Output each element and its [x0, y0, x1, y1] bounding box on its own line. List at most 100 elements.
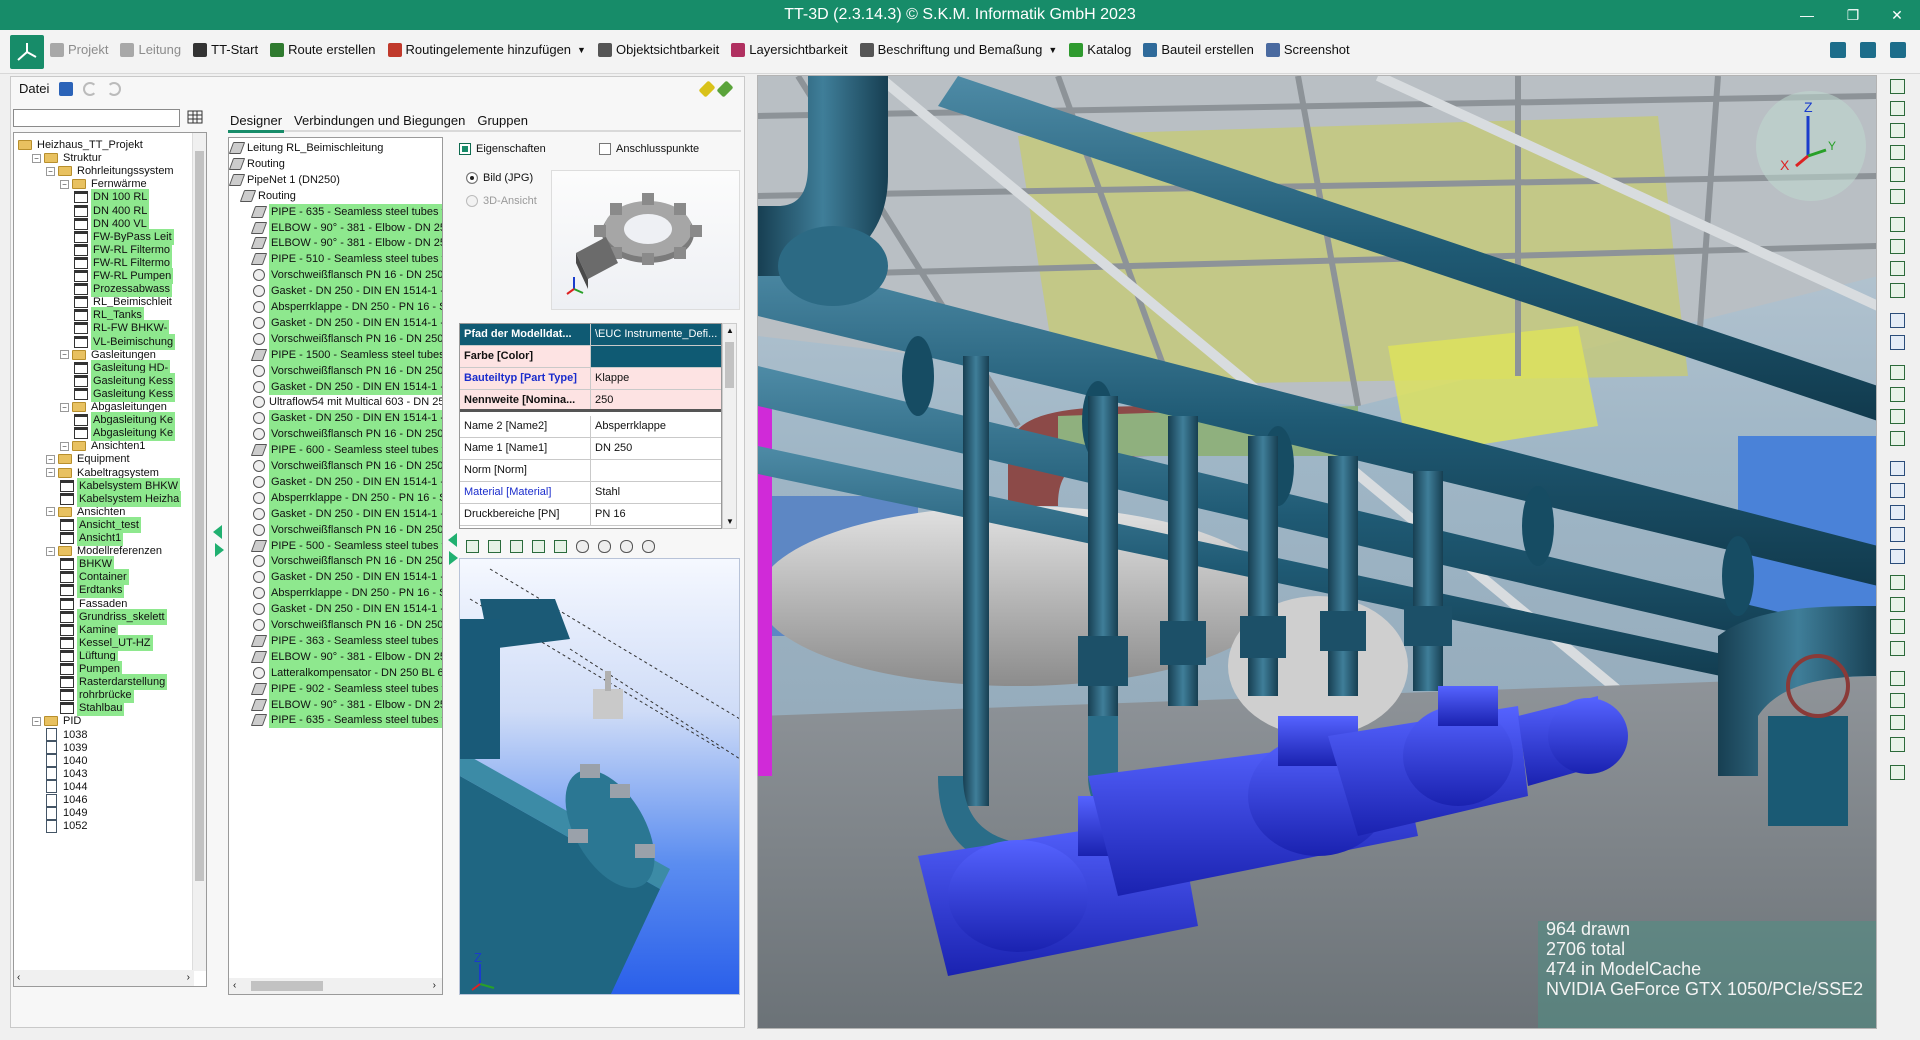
measure-icon-3[interactable] [1890, 505, 1905, 520]
toolbar-projekt-button[interactable]: Projekt [50, 42, 108, 57]
toolbar-katalog-button[interactable]: Katalog [1069, 42, 1131, 57]
edit-check-icon[interactable] [716, 80, 734, 98]
component-row[interactable]: ELBOW - 90° - 381 - Elbow - DN 250 - [250, 235, 442, 252]
component-row[interactable]: PIPE - 500 - Seamless steel tubes for p [250, 537, 442, 554]
view-3d-radio[interactable]: 3D-Ansicht [466, 195, 537, 207]
view-back-icon[interactable] [1890, 145, 1905, 160]
toolbar-objektsichtbarkeit-button[interactable]: Objektsichtbarkeit [597, 42, 719, 57]
property-row[interactable]: Name 2 [Name2] Absperrklappe [460, 416, 721, 438]
section-icon-4[interactable] [1890, 737, 1905, 752]
component-row[interactable]: Routing [239, 188, 296, 204]
view-iso-icon-1[interactable] [576, 540, 589, 553]
section-icon-2[interactable] [1890, 693, 1905, 708]
tool-icon-4[interactable] [1890, 641, 1905, 656]
view-iso-icon-2[interactable] [598, 540, 611, 553]
component-row[interactable]: Leitung RL_Beimischleitung [229, 140, 383, 156]
view-cube-icon-5[interactable] [554, 540, 567, 553]
toolbar-tt-start-button[interactable]: TT-Start [193, 42, 258, 57]
component-row[interactable]: Gasket - DN 250 - DIN EN 1514-1 - PN [253, 378, 442, 395]
section-icon-3[interactable] [1890, 715, 1905, 730]
file-menu[interactable]: Datei [19, 81, 49, 96]
property-row[interactable]: Farbe [Color] [460, 346, 721, 368]
view-iso-icon-4[interactable] [642, 540, 655, 553]
toolbar-beschriftung-und-bemaßung-button[interactable]: Beschriftung und Bemaßung ▼ [859, 42, 1057, 57]
zoom-extents-icon[interactable] [1890, 335, 1905, 350]
component-row[interactable]: Gasket - DN 250 - DIN EN 1514-1 - PN [253, 314, 442, 331]
tree-search-input[interactable] [13, 109, 180, 127]
component-row[interactable]: PIPE - 510 - Seamless steel tubes for p [250, 251, 442, 268]
expander-icon[interactable]: − [60, 441, 69, 451]
property-row[interactable]: Norm [Norm] [460, 460, 721, 482]
iso-view-icon-4[interactable] [1890, 283, 1905, 298]
component-row[interactable]: ELBOW - 90° - 381 - Elbow - DN 250 - [250, 219, 442, 236]
minimize-button[interactable]: — [1784, 0, 1830, 30]
view-cube-icon-2[interactable] [488, 540, 501, 553]
component-row[interactable]: Vorschweißflansch PN 16 - DN 250 - D [253, 617, 442, 633]
tree-vertical-scrollbar[interactable] [192, 133, 206, 971]
tree-horizontal-scrollbar[interactable]: ‹ › [14, 970, 194, 986]
axis-icon[interactable] [1890, 42, 1906, 58]
component-list[interactable]: PIPE - 635 - Seamless steel tubes for p E… [228, 137, 443, 995]
anschlusspunkte-checkbox[interactable]: Anschlusspunkte [599, 143, 699, 155]
toolbar-layersichtbarkeit-button[interactable]: Layersichtbarkeit [731, 42, 848, 57]
component-horizontal-scrollbar[interactable]: ‹ › [229, 978, 442, 994]
expander-icon[interactable]: − [46, 546, 55, 556]
expander-icon[interactable]: − [46, 454, 55, 464]
measure-icon-2[interactable] [1890, 483, 1905, 498]
tool-icon-1[interactable] [1890, 575, 1905, 590]
measure-icon-4[interactable] [1890, 527, 1905, 542]
layer-icon-1[interactable] [1890, 365, 1905, 380]
view-top-icon[interactable] [1890, 79, 1905, 94]
measure-icon-1[interactable] [1890, 461, 1905, 476]
section-icon-1[interactable] [1890, 671, 1905, 686]
component-row[interactable]: Gasket - DN 250 - DIN EN 1514-1 - PN [253, 505, 442, 522]
part-3d-preview[interactable]: Z [459, 558, 740, 995]
component-row[interactable]: Absperrklappe - DN 250 - PN 16 - Stah [253, 489, 442, 506]
property-value[interactable] [591, 346, 721, 367]
property-value[interactable]: DN 250 [591, 438, 721, 459]
property-row[interactable]: Pfad der Modelldat... \EUC Instrumente_De… [460, 324, 721, 346]
property-value[interactable] [591, 460, 721, 481]
toolbar-routingelemente-hinzufügen-button[interactable]: Routingelemente hinzufügen ▼ [387, 42, 586, 57]
measure-icon-5[interactable] [1890, 549, 1905, 564]
component-row[interactable]: PIPE - 902 - Seamless steel tubes for p [250, 680, 442, 697]
expander-icon[interactable]: − [46, 507, 55, 517]
layer-icon-3[interactable] [1890, 409, 1905, 424]
property-scrollbar[interactable]: ▲ ▼ [722, 323, 737, 529]
property-row[interactable]: Material [Material] Stahl [460, 482, 721, 504]
collapse-arrow-icon[interactable] [213, 525, 222, 539]
component-row[interactable]: Vorschweißflansch PN 16 - DN 250 - D [253, 553, 442, 570]
property-value[interactable]: 250 [591, 390, 721, 409]
app-menu-button[interactable] [10, 35, 44, 69]
component-row[interactable]: Gasket - DN 250 - DIN EN 1514-1 - PN [253, 473, 442, 490]
zoom-in-icon[interactable] [1890, 313, 1905, 328]
view-cube-icon-4[interactable] [532, 540, 545, 553]
view-left-icon[interactable] [1890, 167, 1905, 182]
component-row[interactable]: Vorschweißflansch PN 16 - DN 250 - D [253, 521, 442, 538]
toolbar-leitung-button[interactable]: Leitung [120, 42, 181, 57]
restore-button[interactable]: ❐ [1830, 0, 1876, 30]
component-row[interactable]: Vorschweißflansch PN 16 - DN 250 - D [253, 426, 442, 443]
property-value[interactable]: \EUC Instrumente_Defi... [591, 324, 721, 345]
tab-designer[interactable]: Designer [230, 113, 282, 128]
component-row[interactable]: Vorschweißflansch PN 16 - DN 250 - D [253, 267, 442, 284]
iso-view-icon-3[interactable] [1890, 261, 1905, 276]
expander-icon[interactable]: − [60, 350, 69, 360]
property-value[interactable]: Klappe [591, 368, 721, 389]
toolbar-screenshot-button[interactable]: Screenshot [1265, 42, 1350, 57]
property-value[interactable]: Absperrklappe [591, 416, 721, 437]
component-row[interactable]: Absperrklappe - DN 250 - PN 16 - Stah [253, 585, 442, 602]
component-row[interactable]: Vorschweißflansch PN 16 - DN 250 - D [253, 330, 442, 347]
component-row[interactable]: PIPE - 635 - Seamless steel tubes for p [250, 712, 442, 729]
tab-gruppen[interactable]: Gruppen [477, 113, 528, 128]
component-row[interactable]: Vorschweißflansch PN 16 - DN 250 - D [253, 458, 442, 474]
tree-filter-button[interactable] [187, 109, 205, 127]
undo-icon[interactable] [83, 81, 98, 96]
component-row[interactable]: Gasket - DN 250 - DIN EN 1514-1 - PN [253, 283, 442, 300]
component-row[interactable]: Gasket - DN 250 - DIN EN 1514-1 - PN [253, 410, 442, 427]
component-row[interactable]: PipeNet 1 (DN250) [229, 172, 340, 188]
component-row[interactable]: PIPE - 1500 - Seamless steel tubes for [250, 346, 442, 363]
view-cube-icon-1[interactable] [466, 540, 479, 553]
component-row[interactable]: ELBOW - 90° - 381 - Elbow - DN 250 - [250, 648, 442, 665]
property-value[interactable]: Stahl [591, 482, 721, 503]
